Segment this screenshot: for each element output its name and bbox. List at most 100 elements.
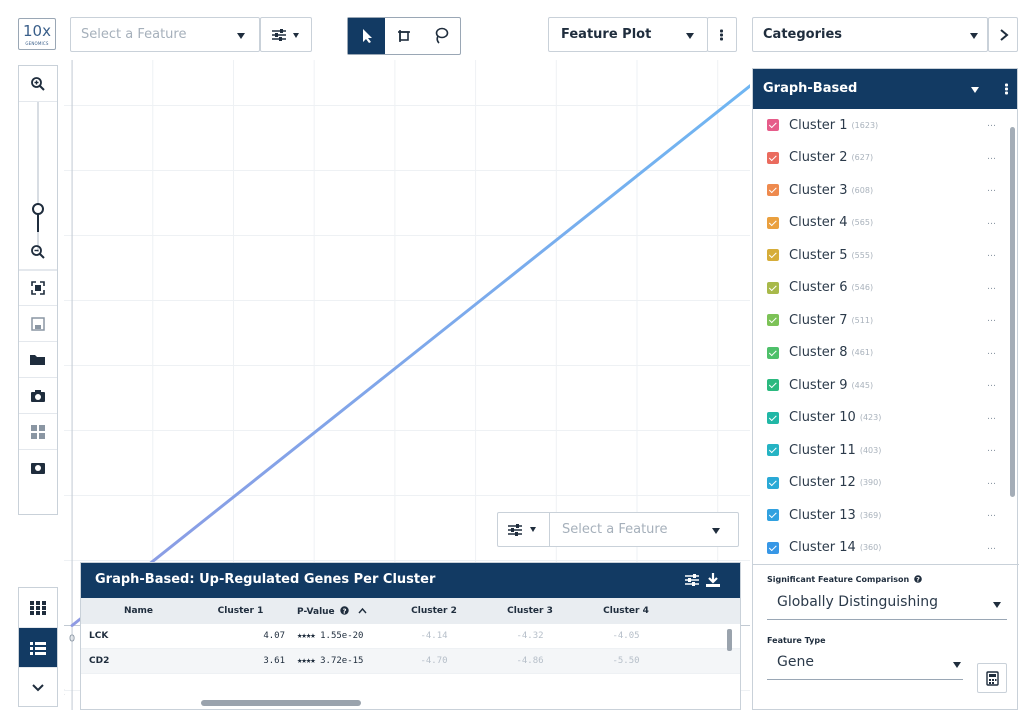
cluster-more-icon[interactable]: … xyxy=(987,314,997,324)
significant-feature-select[interactable]: Globally Distinguishing xyxy=(753,588,1019,620)
cluster-checkbox[interactable] xyxy=(767,379,779,392)
categories-next-button[interactable] xyxy=(988,17,1018,52)
cluster-checkbox[interactable] xyxy=(767,314,779,327)
zoom-out-button[interactable] xyxy=(19,234,57,270)
zoom-in-button[interactable] xyxy=(19,66,57,102)
sliders-icon[interactable] xyxy=(684,573,700,587)
cluster-item[interactable]: Cluster 12 (390)… xyxy=(753,467,1019,500)
cluster-checkbox[interactable] xyxy=(767,216,779,229)
cluster-more-icon[interactable]: … xyxy=(987,217,997,227)
lasso-select-button[interactable] xyxy=(423,18,460,54)
cluster-item[interactable]: Cluster 4 (565)… xyxy=(753,207,1019,240)
cluster-more-icon[interactable]: … xyxy=(987,412,997,422)
open-button[interactable] xyxy=(19,342,57,378)
cluster-checkbox[interactable] xyxy=(767,509,779,522)
column-header-name[interactable]: Name xyxy=(81,606,196,616)
cluster-checkbox[interactable] xyxy=(767,184,779,197)
calculator-button[interactable] xyxy=(977,663,1007,693)
plot-type-select[interactable]: Feature Plot xyxy=(548,17,708,52)
feature-select[interactable]: Select a Feature xyxy=(70,17,260,52)
plot-type-label: Feature Plot xyxy=(561,27,652,42)
cluster-item[interactable]: Cluster 5 (555)… xyxy=(753,239,1019,272)
cluster-checkbox[interactable] xyxy=(767,476,779,489)
cluster-checkbox[interactable] xyxy=(767,281,779,294)
cluster-item[interactable]: Cluster 13 (369)… xyxy=(753,499,1019,532)
grid-view-button[interactable] xyxy=(19,414,57,450)
plot-menu-button[interactable] xyxy=(707,17,737,52)
download-icon[interactable] xyxy=(705,572,721,588)
cluster-1-value: 4.07 xyxy=(263,631,285,641)
tile-view-button[interactable] xyxy=(19,588,57,628)
help-icon: ? xyxy=(340,605,349,615)
cluster-more-icon[interactable]: … xyxy=(987,542,997,552)
cluster-item[interactable]: Cluster 14 (360)… xyxy=(753,532,1019,565)
cluster-checkbox[interactable] xyxy=(767,411,779,424)
cluster-more-icon[interactable]: … xyxy=(987,184,997,194)
cluster-checkbox[interactable] xyxy=(767,151,779,164)
cluster-checkbox[interactable] xyxy=(767,119,779,132)
cluster-more-icon[interactable]: … xyxy=(987,347,997,357)
help-icon[interactable]: ? xyxy=(914,575,922,584)
table-row[interactable]: LCK 4.07 ★★★★ 1.55e-20 -4.14 -4.32 -4.05 xyxy=(81,624,740,649)
cluster-checkbox[interactable] xyxy=(767,346,779,359)
graph-based-header[interactable]: Graph-Based xyxy=(753,69,1017,109)
p-value: 1.55e-20 xyxy=(320,631,364,641)
cluster-count: (1623) xyxy=(851,120,879,130)
feature-filter-button[interactable] xyxy=(260,17,312,52)
cluster-label: Cluster 1 xyxy=(789,117,848,133)
column-header-cluster-4[interactable]: Cluster 4 xyxy=(578,606,674,616)
cluster-more-icon[interactable]: … xyxy=(987,152,997,162)
cluster-more-icon[interactable]: … xyxy=(987,282,997,292)
cluster-item[interactable]: Cluster 1 (1623) … xyxy=(753,109,1019,142)
pointer-tool-button[interactable] xyxy=(348,18,386,54)
cluster-more-icon[interactable]: … xyxy=(987,249,997,259)
grid-icon xyxy=(31,424,45,439)
column-header-cluster-3[interactable]: Cluster 3 xyxy=(482,606,578,616)
fit-to-view-button[interactable] xyxy=(19,270,57,306)
cluster-item[interactable]: Cluster 6 (546)… xyxy=(753,272,1019,305)
expand-icon xyxy=(31,281,45,295)
screenshot-button[interactable] xyxy=(19,378,57,414)
feature-filter-button-secondary[interactable] xyxy=(498,513,550,546)
cluster-1-value: 3.61 xyxy=(263,656,285,666)
zoom-slider-handle[interactable] xyxy=(29,202,47,234)
cluster-item[interactable]: Cluster 7 (511)… xyxy=(753,304,1019,337)
cluster-more-icon[interactable]: … xyxy=(987,509,997,519)
cluster-item[interactable]: Cluster 11 (403)… xyxy=(753,434,1019,467)
logo-subtext: GENOMICS xyxy=(25,41,49,46)
cluster-item[interactable]: Cluster 10 (423)… xyxy=(753,402,1019,435)
list-view-button[interactable] xyxy=(19,628,57,668)
column-header-cluster-1[interactable]: Cluster 1 xyxy=(196,606,291,616)
cluster-label: Cluster 8 xyxy=(789,345,848,361)
cluster-list-scrollbar[interactable] xyxy=(1010,127,1015,497)
cluster-checkbox[interactable] xyxy=(767,444,779,457)
export-image-button[interactable] xyxy=(19,450,57,486)
cluster-checkbox[interactable] xyxy=(767,541,779,554)
cursor-icon xyxy=(362,29,372,43)
save-button[interactable] xyxy=(19,306,57,342)
camera-icon xyxy=(31,389,45,402)
table-vertical-scrollbar[interactable] xyxy=(727,629,732,651)
cluster-more-icon[interactable]: … xyxy=(987,119,997,129)
table-row[interactable]: CD2 3.61 ★★★★ 3.72e-15 -4.70 -4.86 -5.50 xyxy=(81,649,740,674)
chevron-down-icon[interactable] xyxy=(971,87,979,93)
cluster-item[interactable]: Cluster 2 (627)… xyxy=(753,142,1019,175)
cluster-more-icon[interactable]: … xyxy=(987,444,997,454)
svg-text:?: ? xyxy=(342,607,346,615)
collapse-table-button[interactable] xyxy=(19,668,57,708)
cluster-more-icon[interactable]: … xyxy=(987,379,997,389)
column-header-cluster-2[interactable]: Cluster 2 xyxy=(386,606,482,616)
column-header-p-value[interactable]: P-Value ? xyxy=(291,605,386,617)
zoom-toolbar xyxy=(18,65,58,515)
categories-select[interactable]: Categories xyxy=(752,17,988,52)
rectangle-select-button[interactable] xyxy=(385,18,422,54)
cluster-checkbox[interactable] xyxy=(767,249,779,262)
cluster-item[interactable]: Cluster 9 (445)… xyxy=(753,369,1019,402)
feature-select-secondary[interactable]: Select a Feature xyxy=(497,512,739,547)
cluster-item[interactable]: Cluster 8 (461)… xyxy=(753,337,1019,370)
table-horizontal-scrollbar[interactable] xyxy=(201,700,361,706)
more-vertical-icon[interactable] xyxy=(1005,83,1009,96)
app-logo[interactable]: 10x GENOMICS xyxy=(18,18,56,50)
cluster-more-icon[interactable]: … xyxy=(987,477,997,487)
cluster-item[interactable]: Cluster 3 (608)… xyxy=(753,174,1019,207)
